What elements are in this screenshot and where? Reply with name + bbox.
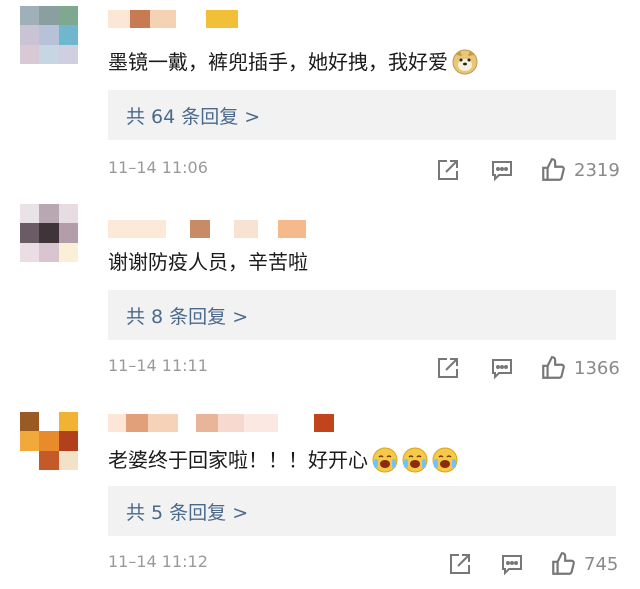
- share-button[interactable]: [448, 550, 472, 578]
- replies-label[interactable]: 共 64 条回复 >: [108, 102, 260, 129]
- comment-item: 老婆终于回家啦！！！好开心 共 5 条回复 > 11–14 11:12 745: [0, 392, 640, 589]
- replies-label[interactable]: 共 8 条回复 >: [108, 302, 248, 329]
- share-button[interactable]: [436, 156, 460, 184]
- avatar[interactable]: [20, 6, 78, 64]
- comment-text: 墨镜一戴，裤兜插手，她好拽，我好爱: [108, 48, 478, 76]
- username[interactable]: [108, 414, 334, 432]
- timestamp: 11–14 11:06: [108, 158, 208, 177]
- avatar[interactable]: [20, 412, 78, 470]
- timestamp: 11–14 11:11: [108, 356, 208, 375]
- comment-text: 谢谢防疫人员，辛苦啦: [108, 248, 308, 276]
- replies-label[interactable]: 共 5 条回复 >: [108, 498, 248, 525]
- comment-button[interactable]: [500, 550, 524, 578]
- like-count: 2319: [574, 159, 620, 181]
- thumbs-up-icon: [552, 552, 575, 575]
- comment-text-content: 老婆终于回家啦！！！好开心: [108, 448, 368, 472]
- comment-meta: 11–14 11:11 1366: [108, 354, 628, 382]
- thumbs-up-icon: [542, 158, 565, 181]
- like-button[interactable]: 745: [550, 550, 618, 578]
- comment-text-content: 墨镜一戴，裤兜插手，她好拽，我好爱: [108, 50, 448, 74]
- avatar[interactable]: [20, 204, 78, 262]
- username[interactable]: [108, 10, 238, 28]
- comment-icon: [502, 555, 522, 576]
- thumbs-up-icon: [542, 356, 565, 379]
- like-button[interactable]: 1366: [540, 354, 620, 382]
- username[interactable]: [108, 220, 306, 238]
- tearful-joy-icon: [402, 447, 428, 473]
- replies-link[interactable]: 共 8 条回复 >: [108, 290, 616, 340]
- doge-icon: [452, 49, 478, 75]
- share-icon: [438, 358, 458, 378]
- tearful-joy-icon: [372, 447, 398, 473]
- comment-text-content: 谢谢防疫人员，辛苦啦: [108, 250, 308, 274]
- replies-link[interactable]: 共 64 条回复 >: [108, 90, 616, 140]
- like-count: 745: [584, 553, 619, 575]
- comment-meta: 11–14 11:12 745: [108, 550, 628, 578]
- like-button[interactable]: 2319: [540, 156, 620, 184]
- share-icon: [438, 160, 458, 180]
- comment-item: 谢谢防疫人员，辛苦啦 共 8 条回复 > 11–14 11:11 1366: [0, 196, 640, 392]
- comment-button[interactable]: [490, 156, 514, 184]
- share-button[interactable]: [436, 354, 460, 382]
- replies-link[interactable]: 共 5 条回复 >: [108, 486, 616, 536]
- tearful-joy-icon: [432, 447, 458, 473]
- comment-icon: [492, 359, 512, 380]
- comment-icon: [492, 161, 512, 182]
- like-count: 1366: [574, 357, 620, 379]
- share-icon: [450, 554, 470, 574]
- comment-text: 老婆终于回家啦！！！好开心: [108, 446, 458, 474]
- comment-item: 墨镜一戴，裤兜插手，她好拽，我好爱 共 64 条回复 > 11–14 11:06…: [0, 0, 640, 196]
- comment-meta: 11–14 11:06 2319: [108, 156, 628, 184]
- timestamp: 11–14 11:12: [108, 552, 208, 571]
- comment-button[interactable]: [490, 354, 514, 382]
